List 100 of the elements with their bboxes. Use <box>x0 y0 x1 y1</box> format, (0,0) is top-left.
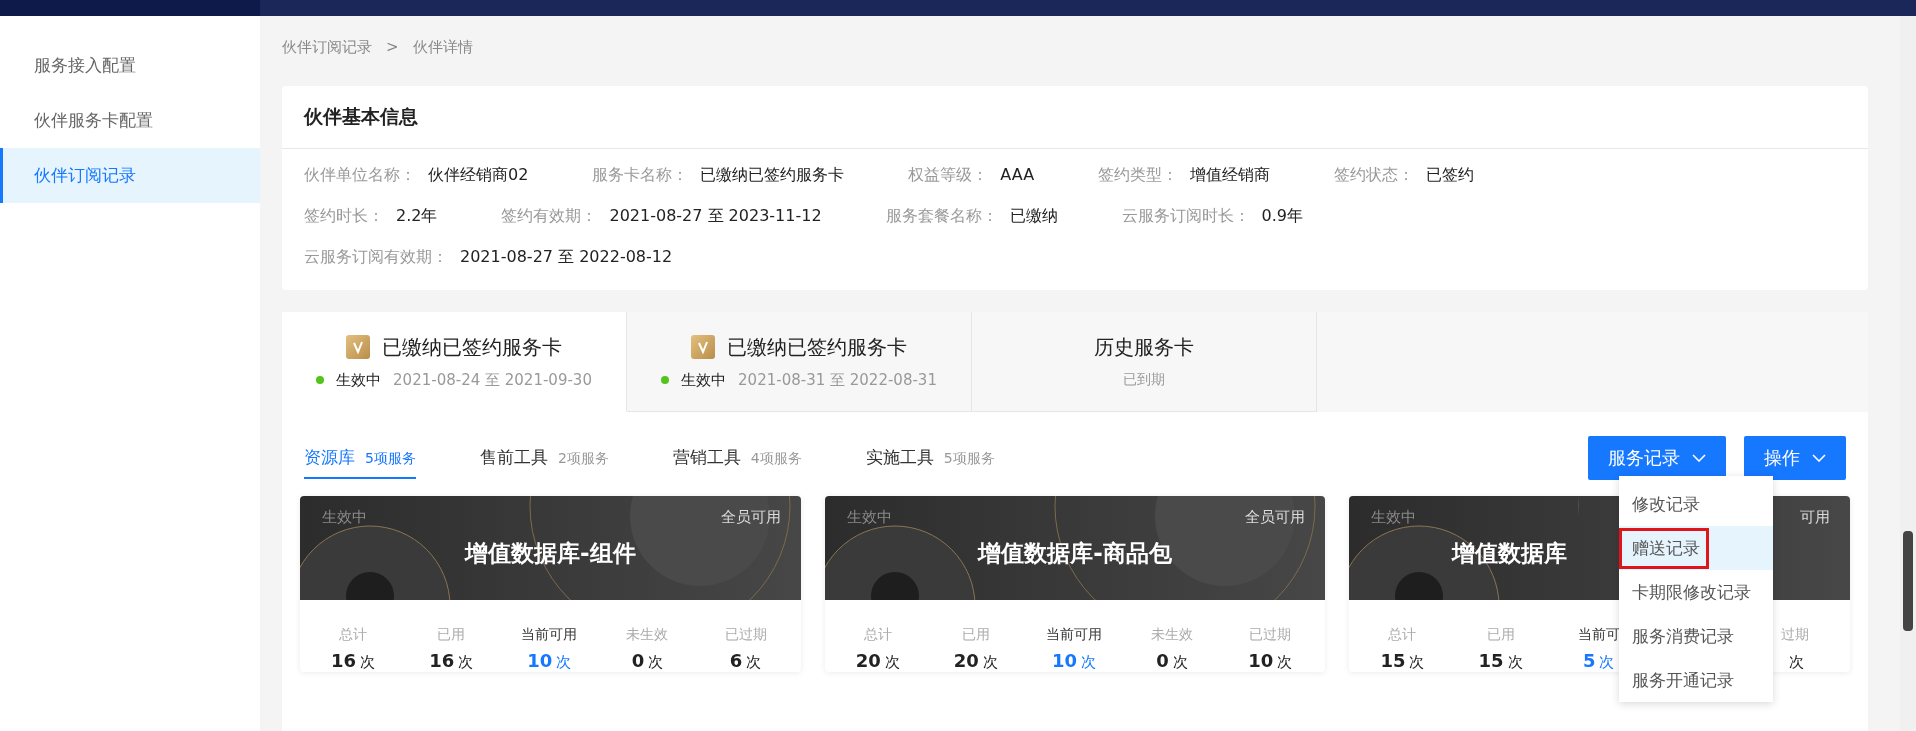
service-scope: 全员可用 <box>720 508 781 527</box>
menu-item[interactable]: 卡期限修改记录 <box>1619 570 1773 614</box>
stat-label: 当前可用 <box>521 626 578 644</box>
stat-value: 0 次 <box>1156 650 1188 672</box>
field-value: 已缴纳已签约服务卡 <box>700 165 845 186</box>
dropdown-button[interactable]: 操作 <box>1744 436 1846 480</box>
sidebar-item[interactable]: 伙伴服务卡配置 <box>0 93 260 148</box>
category-tab[interactable]: 售前工具 2项服务 <box>479 437 609 479</box>
card-tab[interactable]: 已缴纳已签约服务卡 生效中 2021-08-31 至 2022-08-31 <box>627 312 972 412</box>
tab-status: 生效中 <box>336 370 382 390</box>
stat-value: 6 次 <box>729 650 762 672</box>
stat-value: 16 次 <box>331 650 376 672</box>
tab-title: 已缴纳已签约服务卡 <box>727 333 907 361</box>
stat-label: 总计 <box>863 626 892 644</box>
tab-status: 已到期 <box>1123 371 1165 389</box>
stat-label: 总计 <box>1388 626 1417 644</box>
scrollbar[interactable] <box>1900 16 1916 731</box>
service-status: 生效中 <box>1371 508 1417 527</box>
stat-value: 10 次 <box>1248 650 1293 672</box>
service-status: 生效中 <box>846 508 892 527</box>
stat-value: 20 次 <box>953 650 998 672</box>
field-label: 伙伴单位名称： <box>304 165 416 186</box>
stat-label: 已过期 <box>1249 626 1292 644</box>
field-label: 云服务订阅时长： <box>1121 206 1250 227</box>
service-title: 增值数据库-商品包 <box>978 538 1172 568</box>
menu-item[interactable]: 修改记录 <box>1619 482 1773 526</box>
tab-title: 已缴纳已签约服务卡 <box>382 333 562 361</box>
service-title: 增值数据库 <box>1452 538 1568 568</box>
card-title: 伙伴基本信息 <box>282 86 1868 149</box>
status-dot <box>661 376 670 384</box>
service-scope: 全员可用 <box>1245 508 1306 527</box>
stat-label: 未生效 <box>626 626 669 644</box>
service-status: 生效中 <box>322 508 367 527</box>
stat-label: 已过期 <box>724 626 767 644</box>
stat-value: 15 次 <box>1380 650 1425 672</box>
card-badge-icon <box>691 335 715 359</box>
stat-value: 20 次 <box>855 650 900 672</box>
tab-label: 售前工具 <box>479 445 548 469</box>
tab-label: 营销工具 <box>672 445 741 469</box>
stat-label: 已用 <box>437 626 466 644</box>
field-label: 签约状态： <box>1334 165 1415 186</box>
field-value: 2.2年 <box>396 206 438 227</box>
service-count: 2项服务 <box>557 449 609 468</box>
stat-label: 已用 <box>1486 626 1515 644</box>
field-value: 增值经销商 <box>1190 165 1271 186</box>
field-label: 权益等级： <box>908 165 989 186</box>
service-scope: 可用 <box>1800 508 1830 527</box>
stat-value: 5 次 <box>1582 650 1615 672</box>
stat-value: 10 次 <box>1051 650 1097 672</box>
service-count: 5项服务 <box>943 449 995 468</box>
service-count: 4项服务 <box>750 449 802 468</box>
field-label: 签约有效期： <box>501 206 598 227</box>
field-label: 签约时长： <box>304 206 384 227</box>
field-label: 服务套餐名称： <box>885 206 998 227</box>
menu-item[interactable]: 赠送记录 <box>1619 526 1773 570</box>
tab-status: 生效中 <box>681 370 727 390</box>
stat-label: 总计 <box>339 626 368 644</box>
breadcrumb-separator: > <box>386 38 399 56</box>
tab-title: 历史服务卡 <box>1094 334 1194 361</box>
stat-value: 0 次 <box>631 650 664 672</box>
service-count: 5项服务 <box>365 449 416 468</box>
field-value: 已缴纳 <box>1009 206 1058 227</box>
menu-item[interactable]: 服务开通记录 <box>1619 658 1773 702</box>
sidebar-item[interactable]: 伙伴订阅记录 <box>0 148 260 203</box>
category-tab[interactable]: 营销工具 4项服务 <box>672 437 802 479</box>
field-value: AAA <box>1000 165 1035 186</box>
chevron-icon <box>1812 454 1826 462</box>
category-tab[interactable]: 实施工具 5项服务 <box>865 437 995 479</box>
field-value: 已签约 <box>1426 165 1475 186</box>
stat-value: 15 次 <box>1478 650 1523 672</box>
card-tab[interactable]: 已缴纳已签约服务卡 生效中 2021-08-24 至 2021-09-30 <box>282 312 627 412</box>
stat-label: 已用 <box>961 626 990 644</box>
category-tab[interactable]: 资源库 5项服务 <box>304 437 416 479</box>
status-dot <box>316 376 325 384</box>
tab-label: 实施工具 <box>865 445 934 469</box>
card-badge-icon <box>346 335 370 359</box>
chevron-icon <box>1692 454 1706 462</box>
scrollbar-thumb[interactable] <box>1903 531 1913 631</box>
field-label: 签约类型： <box>1098 165 1179 186</box>
field-value: 2021-08-27 至 2022-08-12 <box>460 247 673 268</box>
tab-period: 2021-08-31 至 2022-08-31 <box>738 370 937 390</box>
tab-period: 2021-08-24 至 2021-09-30 <box>393 370 592 390</box>
field-label: 服务卡名称： <box>592 165 689 186</box>
field-value: 0.9年 <box>1261 206 1304 227</box>
field-value: 2021-08-27 至 2023-11-12 <box>609 206 822 227</box>
field-value: 伙伴经销商02 <box>428 165 529 186</box>
stat-value: 10 次 <box>527 650 572 672</box>
stat-value: 16 次 <box>429 650 474 672</box>
card-tab[interactable]: 历史服务卡 已到期 <box>972 312 1317 412</box>
stat-label: 过期 <box>1780 626 1809 644</box>
stat-label: 当前可用 <box>1046 626 1102 644</box>
sidebar-item[interactable]: 服务接入配置 <box>0 38 260 93</box>
stat-label: 当前可 <box>1577 626 1620 644</box>
dropdown-button[interactable]: 服务记录 <box>1588 436 1726 480</box>
stat-value: 次 <box>1788 652 1805 672</box>
service-title: 增值数据库-组件 <box>465 538 636 568</box>
tab-label: 资源库 <box>304 445 355 469</box>
stat-label: 未生效 <box>1151 626 1194 644</box>
field-label: 云服务订阅有效期： <box>304 247 448 268</box>
menu-item[interactable]: 服务消费记录 <box>1619 614 1773 658</box>
